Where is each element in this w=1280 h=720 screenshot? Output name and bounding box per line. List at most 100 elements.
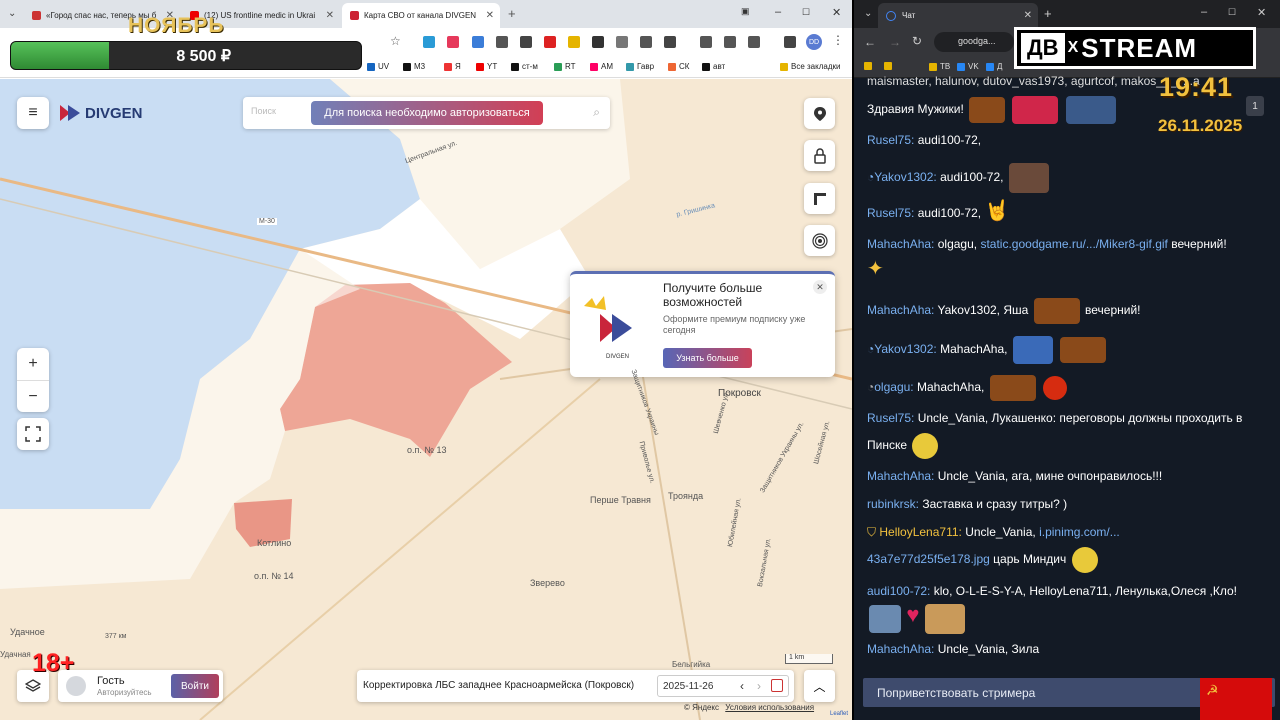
- bookmark-item[interactable]: TB: [929, 62, 950, 71]
- chat-nick[interactable]: Rusel75:: [867, 133, 914, 147]
- close-tab-icon[interactable]: ✕: [486, 10, 494, 21]
- search-icon[interactable]: ⌕: [593, 105, 600, 120]
- new-tab-button[interactable]: +: [1044, 6, 1052, 21]
- close-window-icon[interactable]: ✕: [832, 6, 841, 19]
- chevron-right-icon[interactable]: ›: [757, 679, 761, 693]
- extension-icon[interactable]: [700, 36, 712, 48]
- terms-link[interactable]: Условия использования: [725, 703, 814, 712]
- new-tab-button[interactable]: +: [508, 6, 516, 21]
- extension-icon[interactable]: [447, 36, 459, 48]
- bookmark-item[interactable]: [884, 62, 895, 70]
- download-icon[interactable]: [784, 36, 796, 48]
- radar-target-icon[interactable]: [804, 225, 835, 256]
- chat-nick[interactable]: MahachAha:: [867, 303, 934, 317]
- chevron-up-icon[interactable]: ︿: [804, 670, 835, 702]
- emoji-sparkles-icon: ✦: [867, 258, 884, 280]
- bookmark-item[interactable]: RT: [554, 62, 576, 71]
- chat-nick[interactable]: Rusel75:: [867, 411, 914, 425]
- minimize-icon[interactable]: –: [775, 6, 781, 18]
- guest-status: Авторизуйтесь: [97, 688, 152, 697]
- back-icon[interactable]: ←: [864, 35, 876, 49]
- learn-more-button[interactable]: Узнать больше: [663, 348, 752, 368]
- lock-icon[interactable]: [804, 140, 835, 171]
- map-canvas[interactable]: ≡ DIVGEN Поиск Для поиска необходимо авт…: [0, 79, 852, 720]
- bookmark-item[interactable]: Д: [986, 62, 1002, 71]
- bookmark-item[interactable]: Гавр: [626, 62, 654, 71]
- extension-icon[interactable]: [544, 36, 556, 48]
- chat-nick[interactable]: HelloyLena711:: [879, 525, 962, 539]
- chat-counter-badge[interactable]: 1: [1246, 96, 1264, 116]
- fullscreen-icon[interactable]: [17, 418, 49, 450]
- calendar-icon[interactable]: [771, 679, 783, 692]
- news-title[interactable]: Корректировка ЛБС западнее Красноармейск…: [363, 680, 634, 691]
- bookmark-item[interactable]: ст-м: [511, 62, 538, 71]
- extension-icon[interactable]: [568, 36, 580, 48]
- chat-nick[interactable]: olgagu:: [874, 380, 913, 394]
- maximize-icon[interactable]: ☐: [1228, 7, 1236, 18]
- bookmark-item[interactable]: авт: [702, 62, 725, 71]
- maximize-icon[interactable]: ☐: [802, 7, 810, 18]
- chat-nick[interactable]: audi100-72:: [867, 584, 930, 598]
- extension-icon[interactable]: [640, 36, 652, 48]
- chevron-left-icon[interactable]: ‹: [740, 679, 744, 693]
- extension-icon[interactable]: [592, 36, 604, 48]
- bookmark-item[interactable]: Я: [444, 62, 461, 71]
- reload-icon[interactable]: ↻: [912, 34, 922, 48]
- close-window-icon[interactable]: ✕: [1257, 6, 1266, 19]
- message-text: вечерний!: [1171, 237, 1227, 251]
- bookmark-item[interactable]: UV: [367, 62, 389, 71]
- bookmark-item[interactable]: M3: [403, 62, 425, 71]
- chat-nick[interactable]: MahachAha:: [867, 642, 934, 656]
- chat-nick[interactable]: MahachAha:: [867, 469, 934, 483]
- search-input[interactable]: Поиск: [251, 106, 276, 116]
- tab-3-active[interactable]: Карта СВО от канала DIVGEN ✕: [342, 3, 500, 28]
- chat-link[interactable]: 43a7e77d25f5e178.jpg: [867, 552, 990, 566]
- profile-avatar[interactable]: DD: [806, 34, 822, 50]
- menu-hamburger-icon[interactable]: ≡: [17, 97, 49, 129]
- search-bar[interactable]: Поиск Для поиска необходимо авторизовать…: [243, 97, 610, 129]
- chat-nick[interactable]: rubinkrsk:: [867, 497, 919, 511]
- close-icon[interactable]: ✕: [813, 280, 827, 294]
- extension-icon[interactable]: [423, 36, 435, 48]
- address-bar[interactable]: goodga...: [934, 32, 1014, 52]
- auth-required-button[interactable]: Для поиска необходимо авторизоваться: [311, 101, 543, 125]
- extension-icon[interactable]: [496, 36, 508, 48]
- extension-icon[interactable]: [616, 36, 628, 48]
- message-text: Uncle_Vania, Лукашенко: переговоры должн…: [917, 411, 1243, 425]
- extension-icon[interactable]: [520, 36, 532, 48]
- menu-dots-icon[interactable]: ⋮: [832, 33, 844, 47]
- chat-nick[interactable]: Yakov1302:: [874, 170, 937, 184]
- close-tab-icon[interactable]: ✕: [326, 10, 334, 21]
- all-bookmarks[interactable]: Все закладки: [780, 62, 840, 71]
- chat-link[interactable]: static.goodgame.ru/.../Miker8-gif.gif: [980, 237, 1167, 251]
- location-pin-icon[interactable]: [804, 98, 835, 129]
- ruler-icon[interactable]: [804, 183, 835, 214]
- tab-list-chevron-icon[interactable]: ⌄: [8, 8, 16, 19]
- extension-icon[interactable]: [748, 36, 760, 48]
- zoom-out-button[interactable]: −: [17, 380, 49, 412]
- tab-chat[interactable]: Чат ✕: [878, 3, 1038, 28]
- bookmark-item[interactable]: СК: [668, 62, 689, 71]
- chat-nick[interactable]: Rusel75:: [867, 206, 914, 220]
- extension-icon[interactable]: [472, 36, 484, 48]
- forward-icon[interactable]: →: [889, 35, 901, 49]
- chat-nick[interactable]: MahachAha:: [867, 237, 934, 251]
- login-button[interactable]: Войти: [171, 674, 219, 698]
- zoom-in-button[interactable]: +: [28, 348, 37, 380]
- bookmark-item[interactable]: AM: [590, 62, 613, 71]
- puzzle-icon[interactable]: [664, 36, 676, 48]
- bookmark-item[interactable]: [864, 62, 875, 70]
- close-tab-icon[interactable]: ✕: [1024, 10, 1032, 21]
- date-picker[interactable]: 2025-11-26 ‹ ›: [657, 675, 789, 697]
- chat-link[interactable]: i.pinimg.com/...: [1039, 525, 1120, 539]
- bookmark-star-icon[interactable]: ☆: [390, 34, 401, 48]
- link-icon[interactable]: [724, 36, 736, 48]
- leaflet-link[interactable]: Leaflet: [830, 711, 848, 717]
- tab-list-chevron-icon[interactable]: ⌄: [864, 8, 872, 19]
- divgen-logo[interactable]: DIVGEN: [58, 103, 143, 123]
- bookmark-item[interactable]: VK: [957, 62, 979, 71]
- bookmark-item[interactable]: YT: [476, 62, 497, 71]
- minimize-icon[interactable]: –: [1201, 6, 1207, 18]
- tab-search-icon[interactable]: ▣: [741, 6, 750, 17]
- chat-nick[interactable]: Yakov1302:: [874, 342, 937, 356]
